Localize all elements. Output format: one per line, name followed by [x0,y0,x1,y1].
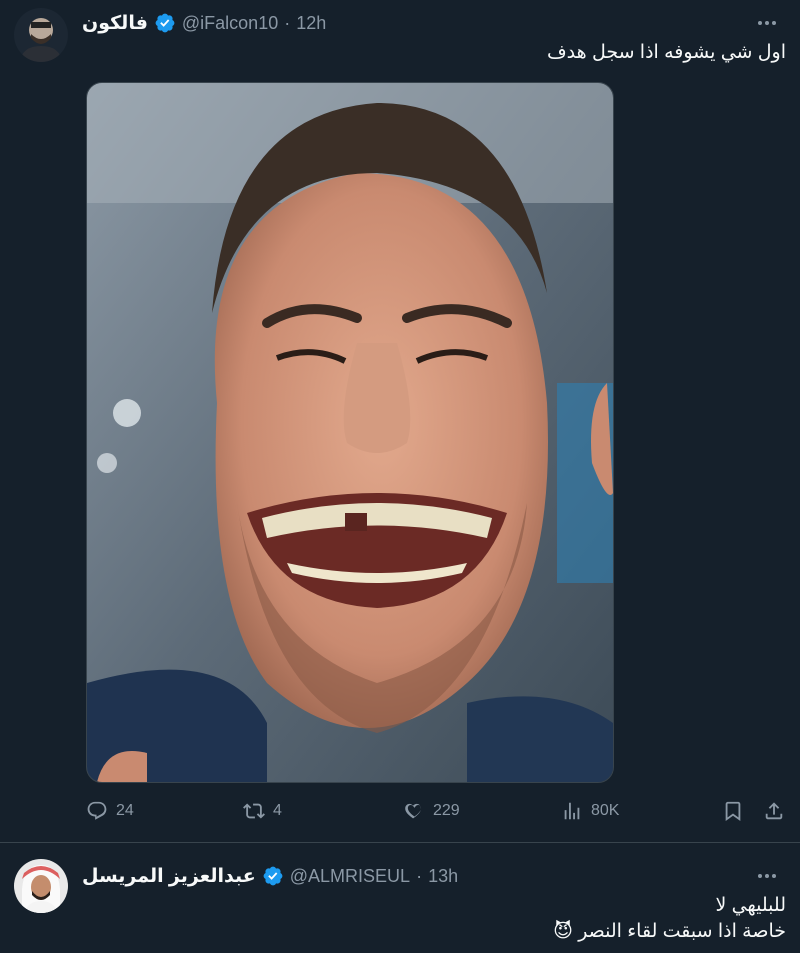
timestamp[interactable]: 13h [428,866,458,887]
views-button[interactable]: 80K [561,800,619,822]
retweet-icon [243,803,265,819]
more-dot-icon [765,21,769,25]
more-options-button[interactable] [752,864,782,888]
tweet-text-line: للبليهي لا [715,895,786,916]
verified-badge-icon [154,12,176,34]
verified-badge-icon [262,865,284,887]
reply-count: 24 [116,802,134,819]
display-name[interactable]: عبدالعزيز المريسل [82,865,256,888]
views-count: 80K [591,802,620,819]
handle[interactable]: @iFalcon10 [182,13,278,34]
tweet-text-line: خاصة اذا سبقت لقاء النصر 😈 [553,921,786,942]
bookmark-button[interactable] [722,800,744,822]
timestamp[interactable]: 12h [296,13,326,34]
action-bar: 24 4 229 80K [0,800,800,828]
tweet-text: اول شي يشوفه اذا سجل هدف [546,42,786,63]
like-count: 229 [433,802,460,819]
more-dot-icon [758,21,762,25]
more-dot-icon [765,874,769,878]
avatar[interactable] [14,8,68,62]
more-dot-icon [772,21,776,25]
retweet-button[interactable]: 4 [243,800,282,822]
tweet-media-image[interactable] [86,82,614,783]
retweet-count: 4 [273,802,282,819]
views-chart-icon [564,802,580,820]
bookmark-icon [725,801,741,822]
reply-button[interactable]: 24 [86,800,134,822]
display-name[interactable]: فالكون [82,12,148,35]
avatar[interactable] [14,859,68,913]
tweet-text: للبليهي لا خاصة اذا سبقت لقاء النصر 😈 [553,893,786,945]
separator-dot: · [284,12,291,33]
reply-icon [87,801,107,820]
share-button[interactable] [763,800,785,822]
tweet[interactable]: عبدالعزيز المريسل @ALMRISEUL · 13h للبلي… [0,843,800,953]
separator-dot: · [416,865,423,886]
more-dot-icon [772,874,776,878]
handle[interactable]: @ALMRISEUL [290,866,410,887]
heart-icon [405,803,422,819]
more-dot-icon [758,874,762,878]
tweet[interactable]: فالكون @iFalcon10 · 12h اول شي يشوفه اذا… [0,0,800,842]
share-icon [765,802,783,820]
like-button[interactable]: 229 [403,800,460,822]
more-options-button[interactable] [752,11,782,35]
